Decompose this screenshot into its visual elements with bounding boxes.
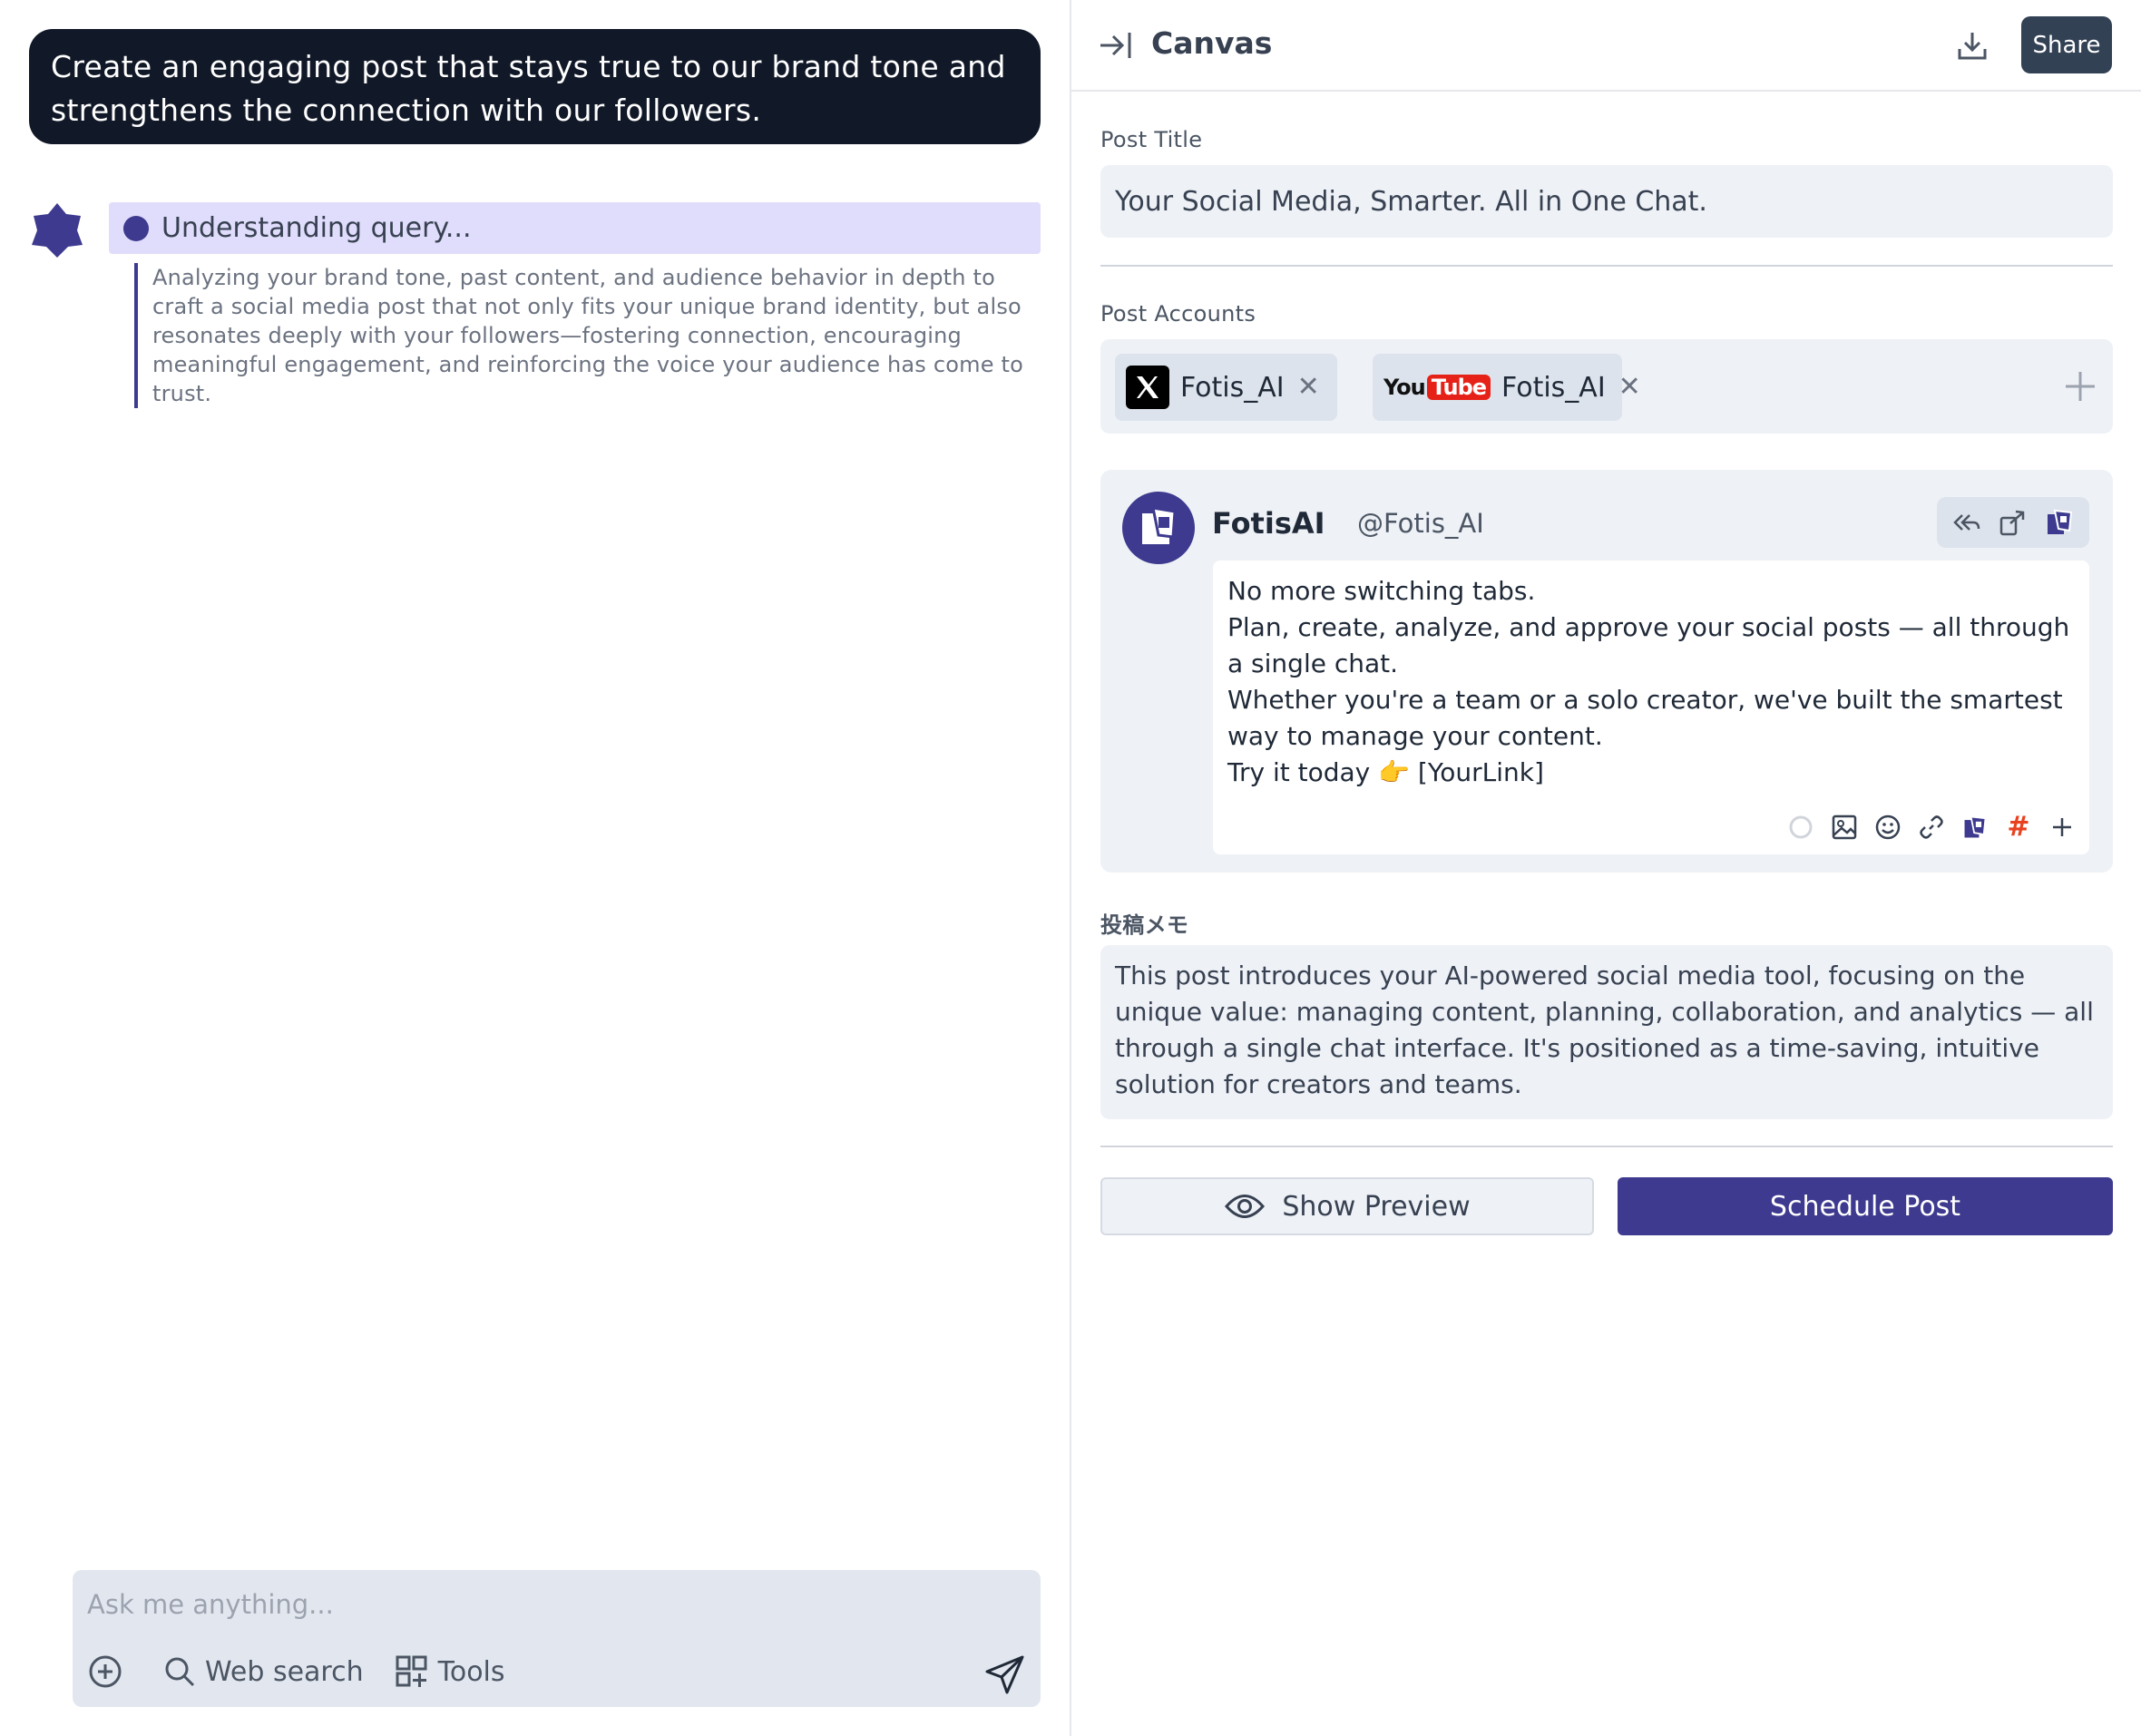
web-search-label: Web search: [205, 1655, 364, 1688]
web-search-button[interactable]: Web search: [163, 1655, 364, 1688]
search-icon: [165, 1657, 195, 1687]
hashtag-icon[interactable]: #: [2004, 811, 2033, 843]
agent-avatar-icon: [32, 203, 83, 258]
schedule-post-button[interactable]: Schedule Post: [1618, 1177, 2113, 1235]
status-dot-icon: [123, 215, 149, 241]
post-title-label: Post Title: [1100, 127, 1203, 152]
canvas-pane: Canvas Share Post Title Your Social Medi…: [1071, 0, 2141, 1736]
composer-tool-row: Web search Tools: [87, 1653, 536, 1690]
app-root: Create an engaging post that stays true …: [0, 0, 2141, 1736]
post-line: Try it today 👉 [YourLink]: [1227, 757, 1544, 787]
x-logo-icon: [1126, 366, 1169, 409]
image-icon[interactable]: [1830, 813, 1859, 842]
canvas-title: Canvas: [1151, 25, 1273, 61]
tools-grid-icon: [396, 1655, 427, 1687]
collapse-panel-icon[interactable]: [1097, 29, 1133, 62]
remove-account-icon[interactable]: ✕: [1618, 374, 1641, 401]
post-accounts-field: Fotis_AI ✕ You Tube Fotis_AI ✕: [1100, 339, 2113, 434]
status-text: Understanding query...: [161, 212, 472, 244]
account-name: Fotis_AI: [1180, 371, 1285, 404]
send-button[interactable]: [983, 1652, 1028, 1697]
post-line: No more switching tabs.: [1227, 576, 1536, 606]
remove-account-icon[interactable]: ✕: [1297, 374, 1320, 401]
chat-composer: Web search Tools: [73, 1570, 1041, 1707]
post-card: FotisAI @Fotis_AI No more switching tabs…: [1100, 470, 2113, 873]
plus-circle-icon: [89, 1655, 122, 1688]
char-count-ring-icon: [1786, 813, 1815, 842]
show-preview-button[interactable]: Show Preview: [1100, 1177, 1594, 1235]
divider: [1100, 1146, 2113, 1147]
divider: [1100, 265, 2113, 267]
user-message-bubble: Create an engaging post that stays true …: [29, 29, 1041, 144]
chat-input[interactable]: [87, 1583, 904, 1626]
brand-logo-icon[interactable]: [2044, 507, 2075, 538]
emoji-icon[interactable]: [1873, 813, 1902, 842]
account-chip-youtube[interactable]: You Tube Fotis_AI ✕: [1373, 354, 1641, 421]
account-chip-x[interactable]: Fotis_AI ✕: [1115, 354, 1337, 421]
share-post-icon[interactable]: [1998, 507, 2029, 538]
memo-label: 投稿メモ: [1100, 912, 1189, 938]
account-name: Fotis_AI: [1501, 371, 1606, 404]
post-display-name: FotisAI: [1212, 506, 1325, 541]
memo-field[interactable]: This post introduces your AI-powered soc…: [1100, 945, 2113, 1119]
attach-button[interactable]: [87, 1653, 132, 1690]
plus-icon[interactable]: [2048, 813, 2077, 842]
tools-button[interactable]: Tools: [395, 1654, 505, 1689]
youtube-logo-icon: You Tube: [1383, 375, 1491, 400]
post-body-editor[interactable]: No more switching tabs. Plan, create, an…: [1213, 561, 2089, 854]
post-action-group: [1937, 497, 2089, 548]
post-line: Whether you're a team or a solo creator,…: [1227, 685, 2063, 751]
undo-icon[interactable]: [1951, 507, 1982, 538]
chat-pane: Create an engaging post that stays true …: [0, 0, 1070, 1736]
share-button[interactable]: Share: [2021, 16, 2112, 73]
eye-icon: [1225, 1195, 1266, 1218]
post-line: Plan, create, analyze, and approve your …: [1227, 612, 2070, 678]
brand-logo-icon[interactable]: [1960, 813, 1989, 842]
thinking-text: Analyzing your brand tone, past content,…: [134, 263, 1041, 408]
post-handle: @Fotis_AI: [1357, 508, 1484, 539]
link-icon[interactable]: [1917, 813, 1946, 842]
tools-label: Tools: [437, 1655, 505, 1688]
add-account-icon[interactable]: [2060, 366, 2100, 406]
profile-avatar: [1122, 492, 1195, 564]
post-toolbar: #: [1772, 811, 2077, 843]
post-accounts-label: Post Accounts: [1100, 301, 1256, 327]
send-icon: [985, 1655, 1024, 1694]
download-icon[interactable]: [1956, 29, 1989, 62]
post-title-field[interactable]: Your Social Media, Smarter. All in One C…: [1100, 165, 2113, 238]
brand-logo-icon: [1142, 506, 1177, 544]
canvas-header: Canvas Share: [1071, 0, 2141, 92]
status-bar: Understanding query...: [109, 202, 1041, 254]
show-preview-label: Show Preview: [1282, 1190, 1471, 1223]
